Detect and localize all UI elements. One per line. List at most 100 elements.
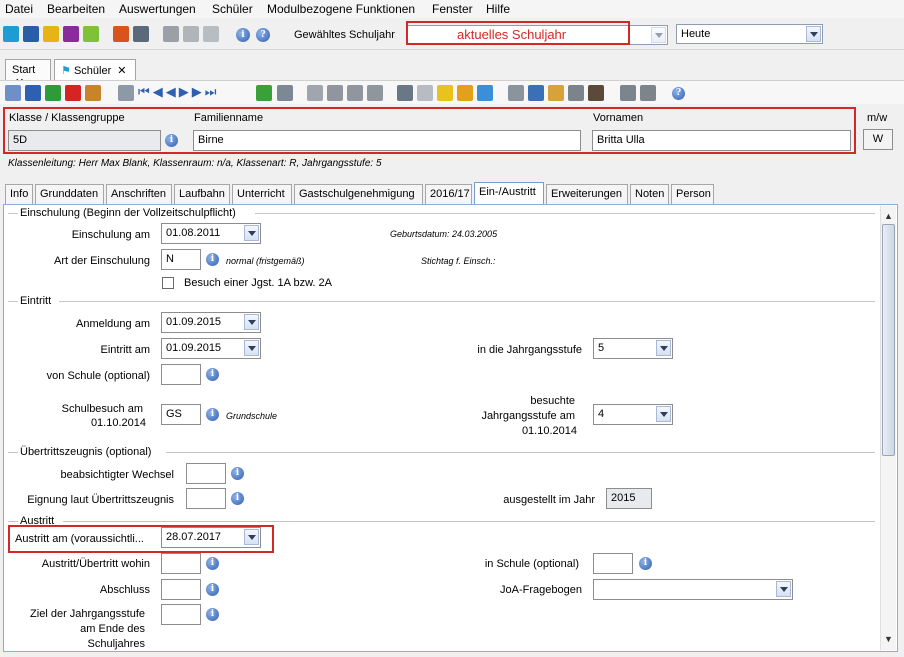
tab-2016-17[interactable]: 2016/17 xyxy=(425,184,472,204)
chevron-down-icon[interactable] xyxy=(244,529,259,545)
user-icon[interactable] xyxy=(528,85,544,101)
info-icon[interactable]: i xyxy=(206,608,219,621)
info-icon[interactable]: i xyxy=(206,408,219,421)
info-icon[interactable]: i xyxy=(206,583,219,596)
tab-gastschulgenehmigung[interactable]: Gastschulgenehmigung xyxy=(294,184,423,204)
help-icon[interactable]: ? xyxy=(672,87,685,100)
chevron-down-icon[interactable] xyxy=(244,340,259,356)
info-icon[interactable]: i xyxy=(206,557,219,570)
ziel-field[interactable] xyxy=(161,604,201,625)
anmeldung-field[interactable]: 01.09.2015 xyxy=(161,312,261,333)
menu-schueler[interactable]: Schüler xyxy=(212,2,253,16)
tab-unterricht[interactable]: Unterricht xyxy=(232,184,292,204)
settings-icon[interactable] xyxy=(183,26,199,42)
board-icon[interactable] xyxy=(83,26,99,42)
students-icon[interactable] xyxy=(3,26,19,42)
export-icon[interactable] xyxy=(508,85,524,101)
eintritt-am-field[interactable]: 01.09.2015 xyxy=(161,338,261,359)
ausgestellt-year-stepper[interactable]: 2015 xyxy=(606,488,652,509)
menu-modulbezogene-funktionen[interactable]: Modulbezogene Funktionen xyxy=(267,2,415,16)
info-icon[interactable]: i xyxy=(236,28,250,42)
klasse-field[interactable]: 5D xyxy=(8,130,161,151)
copy-icon[interactable] xyxy=(163,26,179,42)
tab-start[interactable]: Start ✕ xyxy=(5,59,51,89)
tab-person[interactable]: Person xyxy=(671,184,714,204)
grid-icon[interactable] xyxy=(277,85,293,101)
von-schule-field[interactable] xyxy=(161,364,201,385)
list-icon[interactable] xyxy=(118,85,134,101)
menu-datei[interactable]: Datei xyxy=(5,2,33,16)
delete-icon[interactable] xyxy=(65,85,81,101)
in-schule-field[interactable] xyxy=(593,553,633,574)
menu-auswertungen[interactable]: Auswertungen xyxy=(119,2,196,16)
clock-icon[interactable] xyxy=(477,85,493,101)
id-card-icon[interactable] xyxy=(23,26,39,42)
save-icon[interactable] xyxy=(25,85,41,101)
chevron-down-icon[interactable] xyxy=(806,26,821,42)
vornamen-field[interactable]: Britta Ulla xyxy=(592,130,851,151)
chevron-down-icon[interactable] xyxy=(776,581,791,597)
tab-noten[interactable]: Noten xyxy=(630,184,669,204)
wohin-field[interactable] xyxy=(161,553,201,574)
chevron-down-icon[interactable] xyxy=(244,225,259,241)
jgst-1a-2a-checkbox[interactable] xyxy=(162,277,174,289)
classes-icon[interactable] xyxy=(63,26,79,42)
tab-erweiterungen[interactable]: Erweiterungen xyxy=(546,184,628,204)
date-select[interactable]: Heute xyxy=(676,24,823,44)
person-card-icon[interactable] xyxy=(588,85,604,101)
schulbesuch-field[interactable]: GS xyxy=(161,404,201,425)
tab-anschriften[interactable]: Anschriften xyxy=(106,184,172,204)
tools-icon[interactable] xyxy=(457,85,473,101)
tab-laufbahn[interactable]: Laufbahn xyxy=(174,184,230,204)
eignung-field[interactable] xyxy=(186,488,226,509)
print-icon[interactable] xyxy=(397,85,413,101)
tab-grunddaten[interactable]: Grunddaten xyxy=(35,184,104,204)
art-einschulung-field[interactable]: N xyxy=(161,249,201,270)
house-icon[interactable] xyxy=(620,85,636,101)
form-icon[interactable] xyxy=(85,85,101,101)
chevron-down-icon[interactable]: ▼ xyxy=(884,634,893,644)
info-icon[interactable]: i xyxy=(165,134,178,147)
lightning-icon[interactable] xyxy=(203,26,219,42)
gender-field[interactable]: W xyxy=(863,129,893,150)
calculator-icon[interactable] xyxy=(133,26,149,42)
info-icon[interactable]: i xyxy=(206,253,219,266)
menu-fenster[interactable]: Fenster xyxy=(432,2,473,16)
familienname-field[interactable]: Birne xyxy=(193,130,581,151)
view-icon[interactable] xyxy=(417,85,433,101)
back-icon[interactable] xyxy=(307,85,323,101)
teachers-icon[interactable] xyxy=(43,26,59,42)
help-icon[interactable]: ? xyxy=(256,28,270,42)
einschulung-am-field[interactable]: 01.08.2011 xyxy=(161,223,261,244)
new-record-icon[interactable] xyxy=(5,85,21,101)
jahrgangsstufe-select[interactable]: 5 xyxy=(593,338,673,359)
close-icon[interactable]: ✕ xyxy=(117,65,126,77)
vertical-scrollbar[interactable]: ▲ ▼ xyxy=(880,206,896,650)
chevron-down-icon[interactable] xyxy=(651,27,666,43)
austritt-am-field[interactable]: 28.07.2017 xyxy=(161,527,261,548)
house-alt-icon[interactable] xyxy=(640,85,656,101)
stack-icon[interactable] xyxy=(568,85,584,101)
info-icon[interactable]: i xyxy=(231,492,244,505)
cut-icon[interactable] xyxy=(327,85,343,101)
lightbulb-icon[interactable] xyxy=(437,85,453,101)
scrollbar-thumb[interactable] xyxy=(882,224,895,456)
menu-bearbeiten[interactable]: Bearbeiten xyxy=(47,2,105,16)
chevron-down-icon[interactable] xyxy=(244,314,259,330)
tab-ein-austritt[interactable]: Ein-/Austritt xyxy=(474,182,544,205)
besuchte-jgst-select[interactable]: 4 xyxy=(593,404,673,425)
chevron-down-icon[interactable] xyxy=(656,406,671,422)
joa-select[interactable] xyxy=(593,579,793,600)
chevron-up-icon[interactable]: ▲ xyxy=(884,211,893,221)
navigation-icon[interactable]: ⏮◀◀▶▶⏭ xyxy=(138,84,219,100)
paste-icon[interactable] xyxy=(367,85,383,101)
info-icon[interactable]: i xyxy=(231,467,244,480)
copy-icon[interactable] xyxy=(347,85,363,101)
tab-schueler[interactable]: ⚑ Schüler ✕ xyxy=(54,59,136,80)
menu-hilfe[interactable]: Hilfe xyxy=(486,2,510,16)
chevron-down-icon[interactable] xyxy=(656,340,671,356)
wechsel-field[interactable] xyxy=(186,463,226,484)
abschluss-field[interactable] xyxy=(161,579,201,600)
tab-info[interactable]: Info xyxy=(5,184,33,204)
refresh-icon[interactable] xyxy=(256,85,272,101)
